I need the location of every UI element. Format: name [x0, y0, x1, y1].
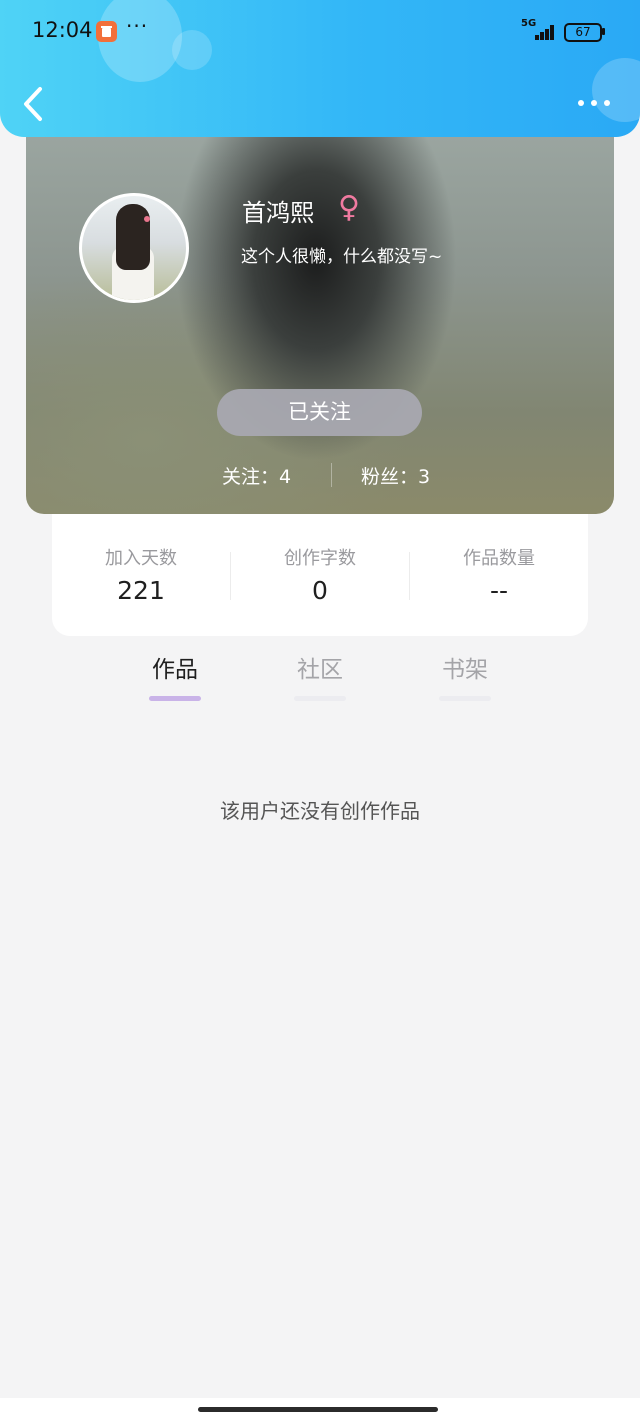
stat-value: 0	[312, 576, 328, 605]
stat-join-days: 加入天数 221	[52, 544, 230, 605]
following-button[interactable]: 已关注	[217, 389, 422, 436]
decorative-bubble	[172, 30, 212, 70]
tab-label: 书架	[442, 657, 488, 683]
signal-icon: 5G	[521, 18, 557, 40]
fans-count[interactable]: 粉丝：3	[361, 462, 430, 489]
empty-state-message: 该用户还没有创作作品	[220, 799, 420, 823]
tab-community[interactable]: 社区	[275, 650, 365, 701]
status-more-dots: ···	[126, 14, 149, 38]
stat-label: 作品数量	[463, 548, 535, 569]
back-button[interactable]	[20, 86, 50, 122]
status-time: 12:04	[32, 18, 93, 42]
avatar[interactable]	[79, 193, 189, 303]
tab-indicator	[149, 696, 201, 701]
profile-header: 首鸿熙 ♀ 这个人很懒，什么都没写~ 已关注 关注：4 粉丝：3	[26, 110, 614, 514]
tab-indicator	[294, 696, 346, 701]
divider	[331, 463, 332, 487]
home-indicator[interactable]	[198, 1407, 438, 1412]
tab-works[interactable]: 作品	[130, 650, 220, 701]
following-count[interactable]: 关注：4	[222, 462, 291, 489]
stats-card: 加入天数 221 创作字数 0 作品数量 --	[52, 514, 588, 636]
stat-works-count: 作品数量 --	[410, 544, 588, 605]
chevron-left-icon	[24, 87, 42, 121]
content-tabs: 作品 社区 书架	[0, 650, 640, 704]
tab-bookshelf[interactable]: 书架	[420, 650, 510, 701]
network-label: 5G	[521, 18, 537, 29]
user-bio: 这个人很懒，什么都没写~	[241, 247, 443, 267]
tab-label: 社区	[297, 657, 343, 683]
trash-app-icon	[96, 21, 117, 42]
stat-value: 221	[117, 576, 165, 605]
system-nav-bar	[0, 1398, 640, 1423]
more-button[interactable]	[576, 92, 612, 114]
stat-word-count: 创作字数 0	[231, 544, 409, 605]
top-bar: 12:04 ··· 5G 67	[0, 0, 640, 137]
stat-label: 创作字数	[284, 548, 356, 569]
stat-label: 加入天数	[105, 548, 177, 569]
tab-label: 作品	[152, 657, 198, 683]
battery-tip	[602, 28, 605, 35]
battery-icon: 67	[564, 23, 602, 42]
user-name: 首鸿熙	[242, 199, 314, 227]
stat-value: --	[489, 576, 509, 605]
tab-indicator	[439, 696, 491, 701]
female-gender-icon: ♀	[338, 190, 360, 225]
